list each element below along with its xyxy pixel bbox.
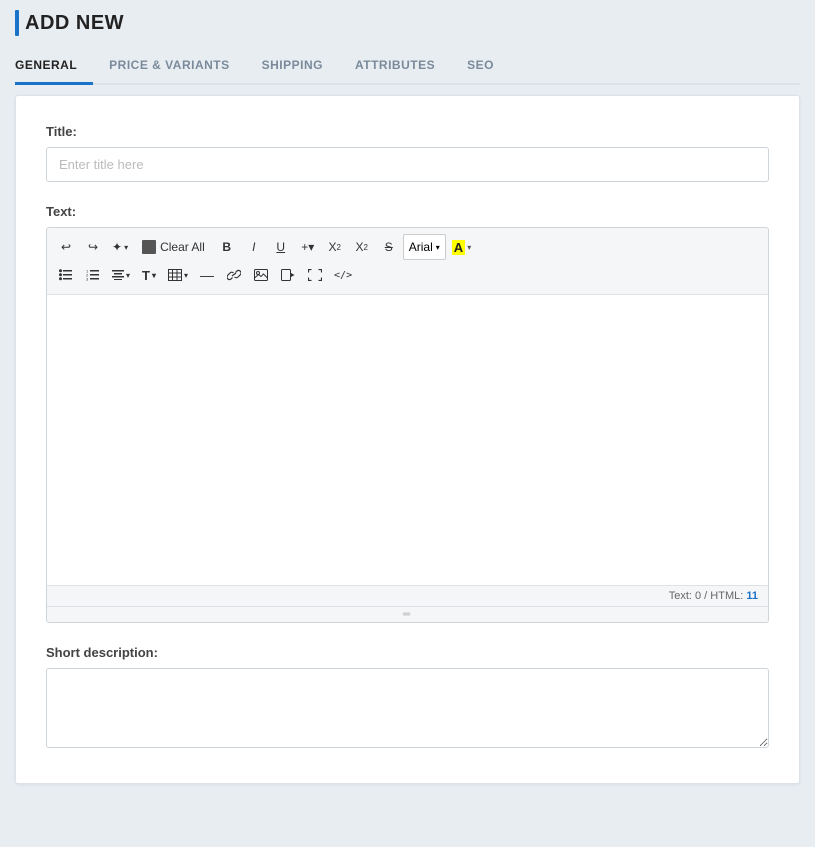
source-code-button[interactable]: </> — [329, 262, 357, 288]
title-accent — [15, 10, 19, 36]
editor-resize-handle[interactable]: ═ — [47, 606, 768, 622]
page-wrapper: ADD NEW GENERAL PRICE & VARIANTS SHIPPIN… — [0, 0, 815, 847]
tab-attributes[interactable]: ATTRIBUTES — [339, 48, 451, 85]
short-description-textarea[interactable] — [46, 668, 769, 748]
video-button[interactable] — [275, 262, 301, 288]
rich-text-editor: ↩ ↪ ✦ Clear All B I — [46, 227, 769, 623]
strikethrough-button[interactable]: S — [376, 234, 402, 260]
font-selector[interactable]: Arial — [403, 234, 446, 260]
magic-button[interactable]: ✦ — [107, 234, 133, 260]
tabs-bar: GENERAL PRICE & VARIANTS SHIPPING ATTRIB… — [15, 48, 800, 85]
underline-button[interactable]: U — [268, 234, 294, 260]
superscript-button[interactable]: X2 — [322, 234, 348, 260]
ordered-list-button[interactable]: 123 — [80, 262, 106, 288]
link-button[interactable] — [221, 262, 247, 288]
highlight-a-label: A — [452, 240, 465, 255]
toolbar-row-2: 123 T — — [53, 262, 762, 288]
short-description-section: Short description: — [46, 645, 769, 753]
short-description-label: Short description: — [46, 645, 769, 660]
table-button[interactable] — [163, 262, 193, 288]
title-label: Title: — [46, 124, 769, 139]
italic-button[interactable]: I — [241, 234, 267, 260]
title-field-wrapper: Title: — [46, 124, 769, 182]
tab-general[interactable]: GENERAL — [15, 48, 93, 85]
subscript-button[interactable]: X2 — [349, 234, 375, 260]
clear-all-button[interactable]: Clear All — [134, 234, 213, 260]
highlight-arrow: ▾ — [467, 243, 471, 252]
tab-shipping[interactable]: SHIPPING — [246, 48, 339, 85]
fullscreen-button[interactable] — [302, 262, 328, 288]
clear-icon — [142, 240, 156, 254]
title-input[interactable] — [46, 147, 769, 182]
font-name: Arial — [409, 240, 433, 254]
text-label: Text: — [46, 204, 769, 219]
page-title: ADD NEW — [25, 12, 124, 35]
align-button[interactable] — [107, 262, 135, 288]
clear-all-label: Clear All — [160, 240, 205, 254]
highlight-button[interactable]: A ▾ — [447, 234, 476, 260]
editor-statusbar: Text: 0 / HTML: 11 — [47, 585, 768, 606]
tab-price-variants[interactable]: PRICE & VARIANTS — [93, 48, 245, 85]
unordered-list-button[interactable] — [53, 262, 79, 288]
html-count: 11 — [746, 590, 758, 602]
page-header: ADD NEW — [15, 10, 800, 36]
editor-toolbar: ↩ ↪ ✦ Clear All B I — [47, 228, 768, 295]
toolbar-row-1: ↩ ↪ ✦ Clear All B I — [53, 234, 762, 260]
svg-text:3: 3 — [86, 277, 89, 282]
paragraph-format-button[interactable]: T — [136, 262, 162, 288]
insert-button[interactable]: +▾ — [295, 234, 321, 260]
editor-body[interactable] — [47, 295, 768, 585]
undo-button[interactable]: ↩ — [53, 234, 79, 260]
bold-button[interactable]: B — [214, 234, 240, 260]
hr-button[interactable]: — — [194, 262, 220, 288]
image-button[interactable] — [248, 262, 274, 288]
text-section: Text: ↩ ↪ ✦ Clear All — [46, 204, 769, 623]
content-card: Title: Text: ↩ ↪ ✦ — [15, 95, 800, 784]
redo-button[interactable]: ↪ — [80, 234, 106, 260]
tab-seo[interactable]: SEO — [451, 48, 510, 85]
statusbar-text: Text: 0 / HTML: — [669, 590, 747, 602]
